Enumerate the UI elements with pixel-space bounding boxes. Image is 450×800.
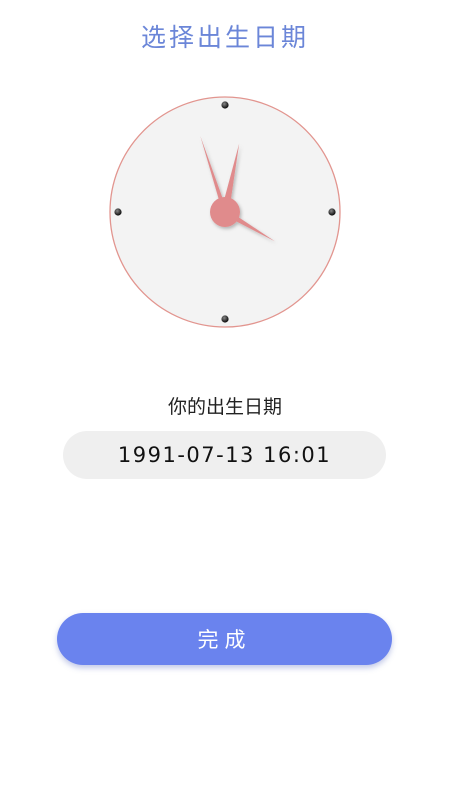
done-button[interactable]: 完成 bbox=[57, 613, 392, 665]
hour-marker-12 bbox=[221, 101, 229, 109]
page-title: 选择出生日期 bbox=[140, 23, 309, 52]
birth-date-picker-screen: 选择出生日期 你的出生日期 1991-07-13 16:01 完成 bbox=[0, 0, 450, 800]
clock-icon bbox=[109, 96, 341, 328]
birth-date-field[interactable]: 1991-07-13 16:01 bbox=[63, 431, 386, 479]
hour-marker-6 bbox=[221, 315, 229, 323]
clock-center-cap bbox=[210, 197, 240, 227]
hour-marker-3 bbox=[328, 208, 336, 216]
hour-marker-9 bbox=[114, 208, 122, 216]
clock-widget[interactable] bbox=[108, 95, 342, 329]
birth-date-label: 你的出生日期 bbox=[167, 396, 282, 418]
